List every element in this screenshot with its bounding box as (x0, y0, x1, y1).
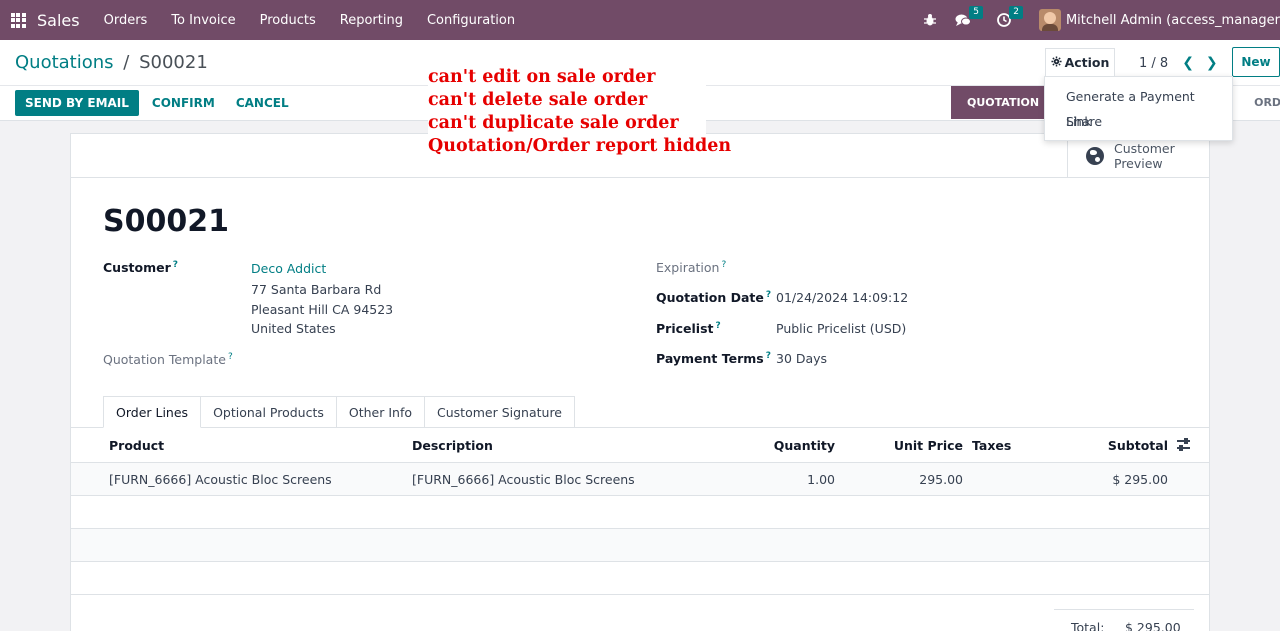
chevron-right-icon[interactable]: ❯ (1206, 55, 1218, 71)
status-order[interactable]: ORDER (1254, 96, 1280, 109)
user-menu[interactable]: Mitchell Admin (access_manager (1066, 13, 1280, 28)
cell-description: [FURN_6666] Acoustic Bloc Screens (412, 472, 635, 487)
quotation-template-label: Quotation Template? (103, 352, 233, 367)
customer-label: Customer? (103, 260, 178, 275)
quotation-date-label: Quotation Date? (656, 290, 772, 305)
action-dropdown-menu: Generate a Payment Link Share (1044, 76, 1233, 141)
col-subtotal[interactable]: Subtotal (1081, 438, 1168, 453)
breadcrumb-separator: / (123, 52, 130, 73)
menu-item-generate-payment-link[interactable]: Generate a Payment Link (1045, 84, 1232, 129)
breadcrumb-quotations[interactable]: Quotations (15, 52, 114, 73)
apps-grid-icon[interactable] (0, 0, 36, 40)
menu-orders[interactable]: Orders (92, 13, 160, 28)
breadcrumb: Quotations / S00021 (15, 52, 208, 73)
total-label: Total: (1071, 620, 1105, 631)
menu-to-invoice[interactable]: To Invoice (159, 13, 247, 28)
restriction-annotation: can't edit on sale order can't delete sa… (428, 66, 732, 158)
cell-subtotal: $ 295.00 (1112, 472, 1168, 487)
chevron-left-icon[interactable]: ❮ (1182, 55, 1194, 71)
pricelist-label: Pricelist? (656, 321, 721, 336)
pager: 1 / 8 ❮ ❯ (1139, 55, 1218, 71)
gear-icon (1051, 55, 1062, 70)
action-button-row: SEND BY EMAIL CONFIRM CANCEL (15, 90, 302, 116)
action-label: Action (1064, 55, 1110, 70)
globe-icon (1086, 147, 1104, 165)
tab-order-lines[interactable]: Order Lines (103, 396, 202, 428)
empty-row[interactable] (71, 496, 1209, 529)
main-menu: Orders To Invoice Products Reporting Con… (92, 13, 528, 28)
col-quantity[interactable]: Quantity (751, 438, 835, 453)
pricelist-field: Public Pricelist (USD) (776, 321, 907, 336)
totals-block: Total: $ 295.00 (1054, 609, 1194, 631)
tab-customer-signature[interactable]: Customer Signature (425, 396, 575, 428)
menu-item-share[interactable]: Share (1045, 109, 1232, 134)
address-line-2: Pleasant Hill CA 94523 (251, 302, 394, 317)
annotation-line-3: can't duplicate sale order (428, 113, 679, 133)
breadcrumb-current: S00021 (139, 52, 208, 73)
tab-optional-products[interactable]: Optional Products (201, 396, 337, 428)
top-navbar: Sales Orders To Invoice Products Reporti… (0, 0, 1280, 40)
menu-reporting[interactable]: Reporting (328, 13, 415, 28)
customer-preview-line1: Customer (1114, 141, 1175, 156)
col-description[interactable]: Description (412, 438, 493, 453)
customer-preview-line2: Preview (1114, 156, 1163, 171)
col-unit-price[interactable]: Unit Price (871, 438, 963, 453)
app-brand[interactable]: Sales (37, 11, 80, 30)
quotation-date-field: 01/24/2024 14:09:12 (776, 290, 909, 305)
col-product[interactable]: Product (109, 438, 164, 453)
annotation-line-2: can't delete sale order (428, 90, 648, 110)
col-taxes[interactable]: Taxes (972, 438, 1011, 453)
status-quotation[interactable]: QUOTATION (951, 86, 1056, 119)
confirm-button[interactable]: CONFIRM (139, 90, 228, 116)
bug-icon[interactable] (923, 13, 937, 27)
empty-row[interactable] (71, 529, 1209, 562)
form-sheet: Customer Preview S00021 Customer? Deco A… (70, 133, 1210, 631)
avatar[interactable] (1038, 9, 1061, 31)
customer-field[interactable]: Deco Addict (251, 261, 326, 276)
tab-other-info[interactable]: Other Info (336, 396, 425, 428)
payment-terms-label: Payment Terms? (656, 351, 771, 366)
menu-configuration[interactable]: Configuration (415, 13, 527, 28)
cell-product: [FURN_6666] Acoustic Bloc Screens (109, 472, 332, 487)
column-settings-icon[interactable] (1176, 438, 1192, 452)
new-button[interactable]: New (1232, 47, 1280, 77)
send-by-email-button[interactable]: SEND BY EMAIL (15, 90, 139, 116)
cancel-button[interactable]: CANCEL (228, 90, 302, 116)
cell-unit-price: 295.00 (919, 472, 963, 487)
payment-terms-field: 30 Days (776, 351, 828, 366)
total-value: $ 295.00 (1125, 620, 1181, 631)
table-row[interactable]: [FURN_6666] Acoustic Bloc Screens [FURN_… (71, 463, 1209, 496)
address-line-1: 77 Santa Barbara Rd (251, 282, 382, 297)
empty-row[interactable] (71, 562, 1209, 595)
clock-icon[interactable]: 2 (997, 6, 1023, 27)
address-line-3: United States (251, 321, 336, 336)
annotation-line-1: can't edit on sale order (428, 67, 656, 87)
cell-quantity: 1.00 (807, 472, 835, 487)
annotation-line-4: Quotation/Order report hidden (428, 136, 732, 156)
activity-count-badge: 2 (1009, 6, 1023, 19)
chat-count-badge: 5 (969, 6, 983, 19)
pager-value[interactable]: 1 / 8 (1139, 56, 1168, 71)
chat-icon[interactable]: 5 (955, 6, 983, 27)
action-button[interactable]: Action (1045, 48, 1115, 76)
menu-products[interactable]: Products (248, 13, 328, 28)
expiration-label: Expiration? (656, 260, 727, 275)
order-lines-header: Product Description Quantity Unit Price … (71, 428, 1209, 463)
record-title: S00021 (103, 204, 229, 239)
form-tabs: Order Lines Optional Products Other Info… (103, 396, 575, 428)
